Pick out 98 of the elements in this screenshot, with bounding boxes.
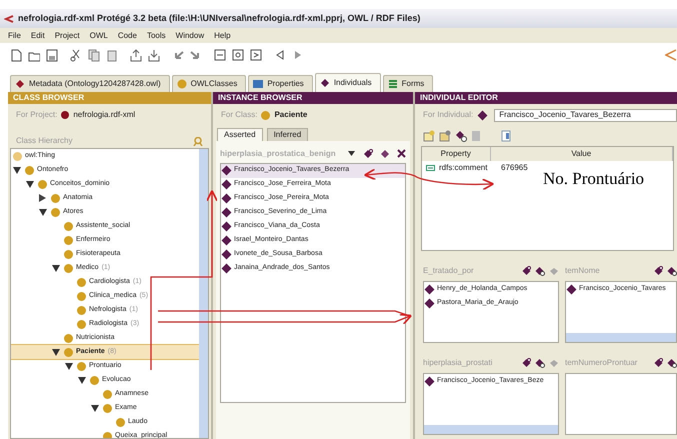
collapse-icon[interactable]: [91, 404, 99, 412]
widget-label: E_tratado_por: [423, 266, 475, 276]
frame-icon[interactable]: [250, 48, 262, 62]
frame-icon[interactable]: [214, 48, 226, 62]
annotation-icon: [426, 165, 435, 171]
section-label: Class Hierarchy: [16, 136, 74, 146]
instance-icon: [222, 264, 232, 274]
save-icon[interactable]: [46, 48, 58, 62]
menu-item[interactable]: Project: [54, 30, 80, 40]
add-value-icon[interactable]: [522, 358, 531, 368]
copy-icon[interactable]: [88, 48, 100, 62]
panel-header: INDIVIDUAL EDITOR: [415, 92, 677, 104]
widget-label: temNome: [565, 266, 601, 276]
panel-header: INSTANCE BROWSER: [213, 92, 413, 104]
tab[interactable]: Asserted: [217, 128, 263, 141]
menu-item[interactable]: File: [8, 30, 21, 40]
paste-icon[interactable]: [106, 48, 118, 62]
expand-icon[interactable]: [39, 194, 46, 202]
create-value-icon[interactable]: [667, 266, 677, 276]
column-header[interactable]: Value: [490, 147, 673, 161]
instance-icon: [222, 180, 232, 190]
tab[interactable]: Properties: [248, 75, 313, 92]
undo-icon[interactable]: [172, 48, 184, 62]
list-header: hiperplasia_prostatica_benign: [220, 148, 337, 158]
instance-icon[interactable]: [381, 150, 389, 158]
menu-item[interactable]: Edit: [30, 30, 45, 40]
project-icon: [61, 111, 70, 119]
classes-icon: [176, 79, 187, 89]
tab[interactable]: Forms: [382, 75, 434, 92]
new-slot-icon[interactable]: [423, 130, 435, 142]
create-value-icon[interactable]: [535, 266, 545, 276]
add-slot-icon[interactable]: [439, 130, 451, 142]
instance-icon: [566, 284, 576, 294]
widget-label: hiperplasia_prostati: [423, 358, 494, 368]
menu-item[interactable]: OWL: [90, 30, 108, 40]
instance-icon: [222, 194, 232, 204]
instance-icon: [222, 166, 232, 176]
instance-icon: [222, 236, 232, 246]
cut-icon[interactable]: [70, 48, 82, 62]
table-cell[interactable]: 676965: [497, 161, 528, 175]
collapse-icon[interactable]: [78, 376, 86, 384]
collapse-icon[interactable]: [65, 362, 73, 370]
menu-item[interactable]: Window: [176, 30, 204, 40]
tab[interactable]: Inferred: [266, 128, 308, 141]
window-title: nefrologia.rdf-xml Protégé 3.2 beta (file:\H:\UNIversal\nefrologia.rdf-xml.pprj, OWL / RDF Files): [18, 13, 420, 24]
class-name: Paciente: [274, 110, 308, 120]
form-icon[interactable]: [501, 130, 511, 142]
frame-icon[interactable]: [232, 48, 244, 62]
collapse-icon[interactable]: [26, 180, 34, 188]
menu-item[interactable]: Tools: [146, 30, 166, 40]
instance-icon: [222, 222, 232, 232]
column-header[interactable]: Property: [422, 147, 490, 161]
metadata-icon: [15, 79, 25, 89]
scrollbar[interactable]: [199, 149, 208, 438]
tab[interactable]: Metadata (Ontology1204287428.owl): [10, 75, 170, 92]
table-cell[interactable]: rdfs:comment: [422, 161, 497, 175]
add-value-icon[interactable]: [654, 266, 663, 276]
dropdown-icon[interactable]: [348, 151, 355, 156]
class-icon: [261, 110, 270, 120]
collapse-icon[interactable]: [52, 264, 60, 272]
individuals-icon: [320, 78, 330, 88]
add-value-icon[interactable]: [654, 358, 663, 368]
collapse-icon[interactable]: [52, 348, 60, 356]
collapse-icon[interactable]: [13, 166, 21, 174]
instance-icon: [478, 110, 488, 120]
individual-field[interactable]: Francisco_Jocenio_Tavares_Bezerra: [494, 108, 677, 122]
annotation-text: No. Prontuário: [543, 169, 644, 190]
collapse-icon[interactable]: [39, 208, 47, 216]
widget-label: temNumeroProntuar: [565, 358, 638, 368]
forms-icon: [388, 79, 398, 89]
scrollbar[interactable]: [424, 425, 558, 434]
add-value-icon[interactable]: [522, 266, 531, 276]
app-icon: [4, 14, 14, 24]
instance-icon[interactable]: [455, 130, 467, 142]
tab[interactable]: Individuals: [314, 73, 381, 92]
create-value-icon[interactable]: [667, 358, 677, 368]
field-label: For Class:: [221, 110, 258, 120]
panel-header: CLASS BROWSER: [8, 92, 211, 104]
project-name: nefrologia.rdf-xml: [73, 110, 136, 120]
new-file-icon[interactable]: [10, 48, 22, 62]
field-label: For Individual:: [423, 110, 474, 120]
field-label: For Project:: [16, 110, 58, 120]
tab[interactable]: OWLClasses: [172, 75, 246, 92]
create-value-icon[interactable]: [535, 358, 545, 368]
redo-icon[interactable]: [190, 48, 202, 62]
back-icon[interactable]: [274, 48, 286, 62]
instance-icon: [222, 250, 232, 260]
scrollbar[interactable]: [566, 333, 676, 342]
import-icon[interactable]: [148, 48, 160, 62]
menu-item[interactable]: Code: [118, 30, 137, 40]
properties-icon: [253, 79, 264, 89]
menu-item[interactable]: Help: [214, 30, 231, 40]
export-icon[interactable]: [130, 48, 142, 62]
instance-icon: [424, 376, 434, 386]
protege-icon[interactable]: [665, 48, 677, 62]
instance-icon: [222, 208, 232, 218]
delete-icon[interactable]: [397, 149, 406, 158]
add-instance-icon[interactable]: [363, 148, 373, 159]
